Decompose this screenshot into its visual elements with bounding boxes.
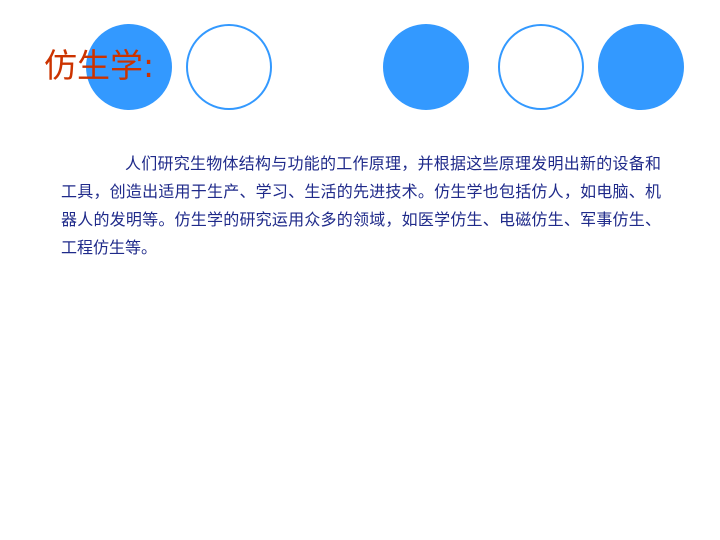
decorative-circle-outline bbox=[498, 24, 584, 110]
decorative-circle-outline bbox=[186, 24, 272, 110]
slide-title: 仿生学: bbox=[44, 46, 155, 85]
decorative-circle-filled bbox=[383, 24, 469, 110]
slide-body-text: 人们研究生物体结构与功能的工作原理，并根据这些原理发明出新的设备和工具，创造出适… bbox=[61, 154, 661, 257]
slide: 仿生学: 人们研究生物体结构与功能的工作原理，并根据这些原理发明出新的设备和工具… bbox=[0, 0, 720, 540]
decorative-circle-filled bbox=[598, 24, 684, 110]
